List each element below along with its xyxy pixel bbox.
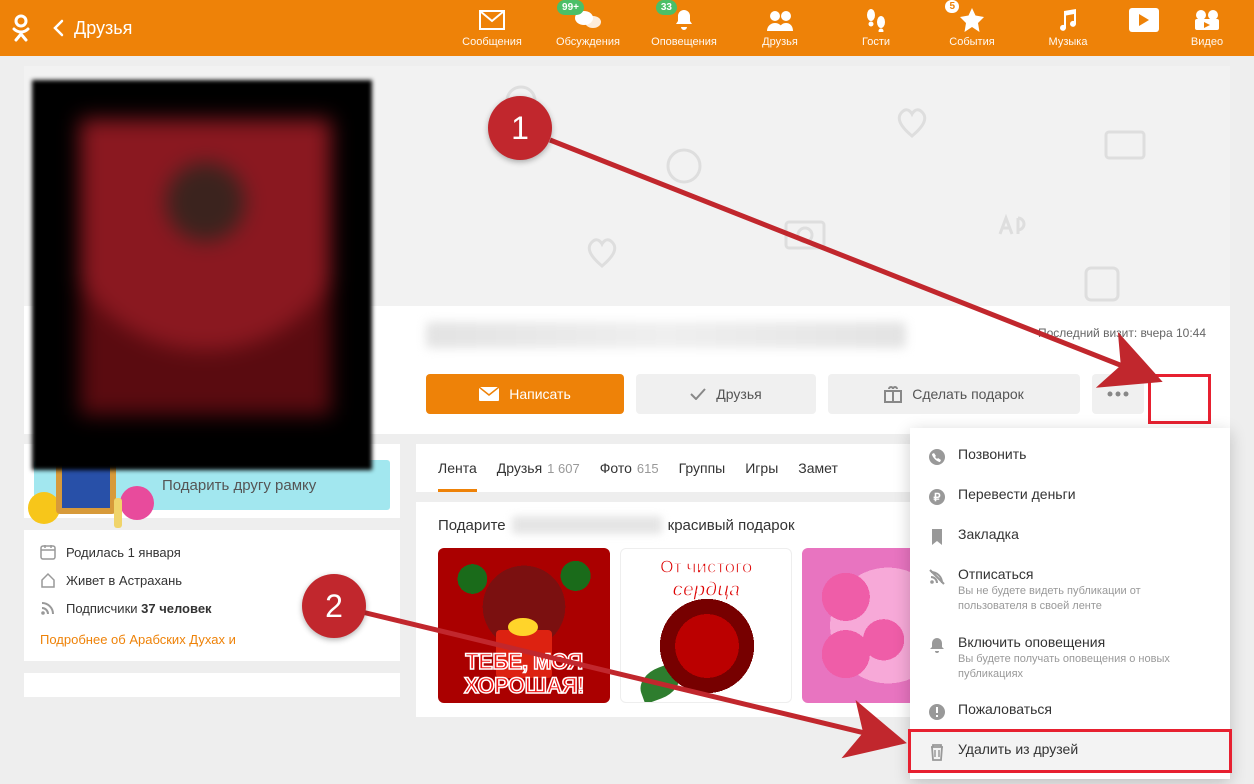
rss-icon bbox=[40, 600, 56, 616]
dd-remove-friend[interactable]: Удалить из друзей bbox=[910, 731, 1230, 771]
nav-play[interactable] bbox=[1116, 6, 1172, 48]
top-nav: Друзья Сообщения 99+ Обсуждения 33 Опове… bbox=[0, 0, 1254, 56]
alert-icon bbox=[928, 703, 946, 721]
more-icon bbox=[1107, 391, 1129, 397]
nav-messages[interactable]: Сообщения bbox=[444, 6, 540, 48]
ok-logo[interactable] bbox=[0, 14, 42, 42]
play-icon bbox=[1129, 6, 1159, 34]
trash-icon bbox=[928, 743, 946, 761]
nav-music[interactable]: Музыка bbox=[1020, 6, 1116, 48]
tab-groups[interactable]: Группы bbox=[679, 444, 726, 492]
footsteps-icon bbox=[864, 6, 888, 34]
dd-call[interactable]: Позвонить bbox=[910, 436, 1230, 476]
friends-icon bbox=[766, 6, 794, 34]
back-label: Друзья bbox=[74, 18, 132, 39]
gift-item-1[interactable]: ТЕБЕ, МОЯ ХОРОШАЯ! bbox=[438, 548, 610, 703]
video-icon bbox=[1193, 6, 1221, 34]
dd-bookmark[interactable]: Закладка bbox=[910, 516, 1230, 556]
tab-notes[interactable]: Замет bbox=[798, 444, 838, 492]
info-subscribers[interactable]: Подписчики 37 человек bbox=[40, 600, 384, 616]
chat-icon: 99+ bbox=[574, 6, 602, 34]
nav-notifications[interactable]: 33 Оповещения bbox=[636, 6, 732, 48]
chevron-left-icon bbox=[52, 19, 64, 37]
gift-button[interactable]: Сделать подарок bbox=[828, 374, 1080, 414]
last-visit: Последний визит: вчера 10:44 bbox=[1038, 326, 1206, 340]
star-icon: 5 bbox=[959, 6, 985, 34]
calendar-icon bbox=[40, 544, 56, 560]
gift-icon bbox=[884, 385, 902, 403]
bell-icon bbox=[928, 636, 946, 654]
envelope-icon bbox=[479, 6, 505, 34]
home-icon bbox=[40, 572, 56, 588]
unsubscribe-icon bbox=[928, 568, 946, 586]
nav-discussions[interactable]: 99+ Обсуждения bbox=[540, 6, 636, 48]
dd-complain[interactable]: Пожаловаться bbox=[910, 691, 1230, 731]
profile-header: Последний визит: вчера 10:44 Написать Др… bbox=[24, 66, 1230, 434]
info-card: Родилась 1 января Живет в Астрахань Подп… bbox=[24, 530, 400, 661]
svg-text:₽: ₽ bbox=[934, 492, 941, 504]
check-icon bbox=[690, 388, 706, 400]
write-button[interactable]: Написать bbox=[426, 374, 624, 414]
info-born: Родилась 1 января bbox=[40, 544, 384, 560]
envelope-icon bbox=[479, 387, 499, 401]
profile-name-blurred bbox=[426, 322, 906, 348]
more-button[interactable] bbox=[1092, 374, 1144, 414]
nav-events[interactable]: 5 События bbox=[924, 6, 1020, 48]
bookmark-icon bbox=[928, 528, 946, 546]
info-lives: Живет в Астрахань bbox=[40, 572, 384, 588]
nav-video[interactable]: Видео bbox=[1172, 6, 1242, 48]
nav-friends[interactable]: Друзья bbox=[732, 6, 828, 48]
gift-name-blurred bbox=[512, 516, 662, 534]
back-friends[interactable]: Друзья bbox=[42, 18, 132, 39]
phone-icon bbox=[928, 448, 946, 466]
badge: 33 bbox=[656, 0, 677, 15]
dd-unsubscribe[interactable]: ОтписатьсяВы не будете видеть публикации… bbox=[910, 556, 1230, 624]
more-dropdown: Позвонить ₽ Перевести деньги Закладка От… bbox=[910, 428, 1230, 779]
music-icon bbox=[1057, 6, 1079, 34]
tab-feed[interactable]: Лента bbox=[438, 444, 477, 492]
nav-items: Сообщения 99+ Обсуждения 33 Оповещения Д… bbox=[444, 0, 1254, 56]
tab-friends[interactable]: Друзья1 607 bbox=[497, 444, 580, 492]
dd-money[interactable]: ₽ Перевести деньги bbox=[910, 476, 1230, 516]
nav-guests[interactable]: Гости bbox=[828, 6, 924, 48]
more-about-link[interactable]: Подробнее об Арабских Духах и bbox=[40, 632, 384, 647]
tab-photos[interactable]: Фото615 bbox=[600, 444, 659, 492]
profile-avatar[interactable] bbox=[32, 80, 372, 470]
tab-games[interactable]: Игры bbox=[745, 444, 778, 492]
badge: 5 bbox=[945, 0, 959, 13]
gift-item-2[interactable]: От чистого сердца bbox=[620, 548, 792, 703]
ruble-icon: ₽ bbox=[928, 488, 946, 506]
badge: 99+ bbox=[557, 0, 584, 15]
dd-notify[interactable]: Включить оповещенияВы будете получать оп… bbox=[910, 624, 1230, 692]
friends-button[interactable]: Друзья bbox=[636, 374, 816, 414]
bell-icon: 33 bbox=[673, 6, 695, 34]
